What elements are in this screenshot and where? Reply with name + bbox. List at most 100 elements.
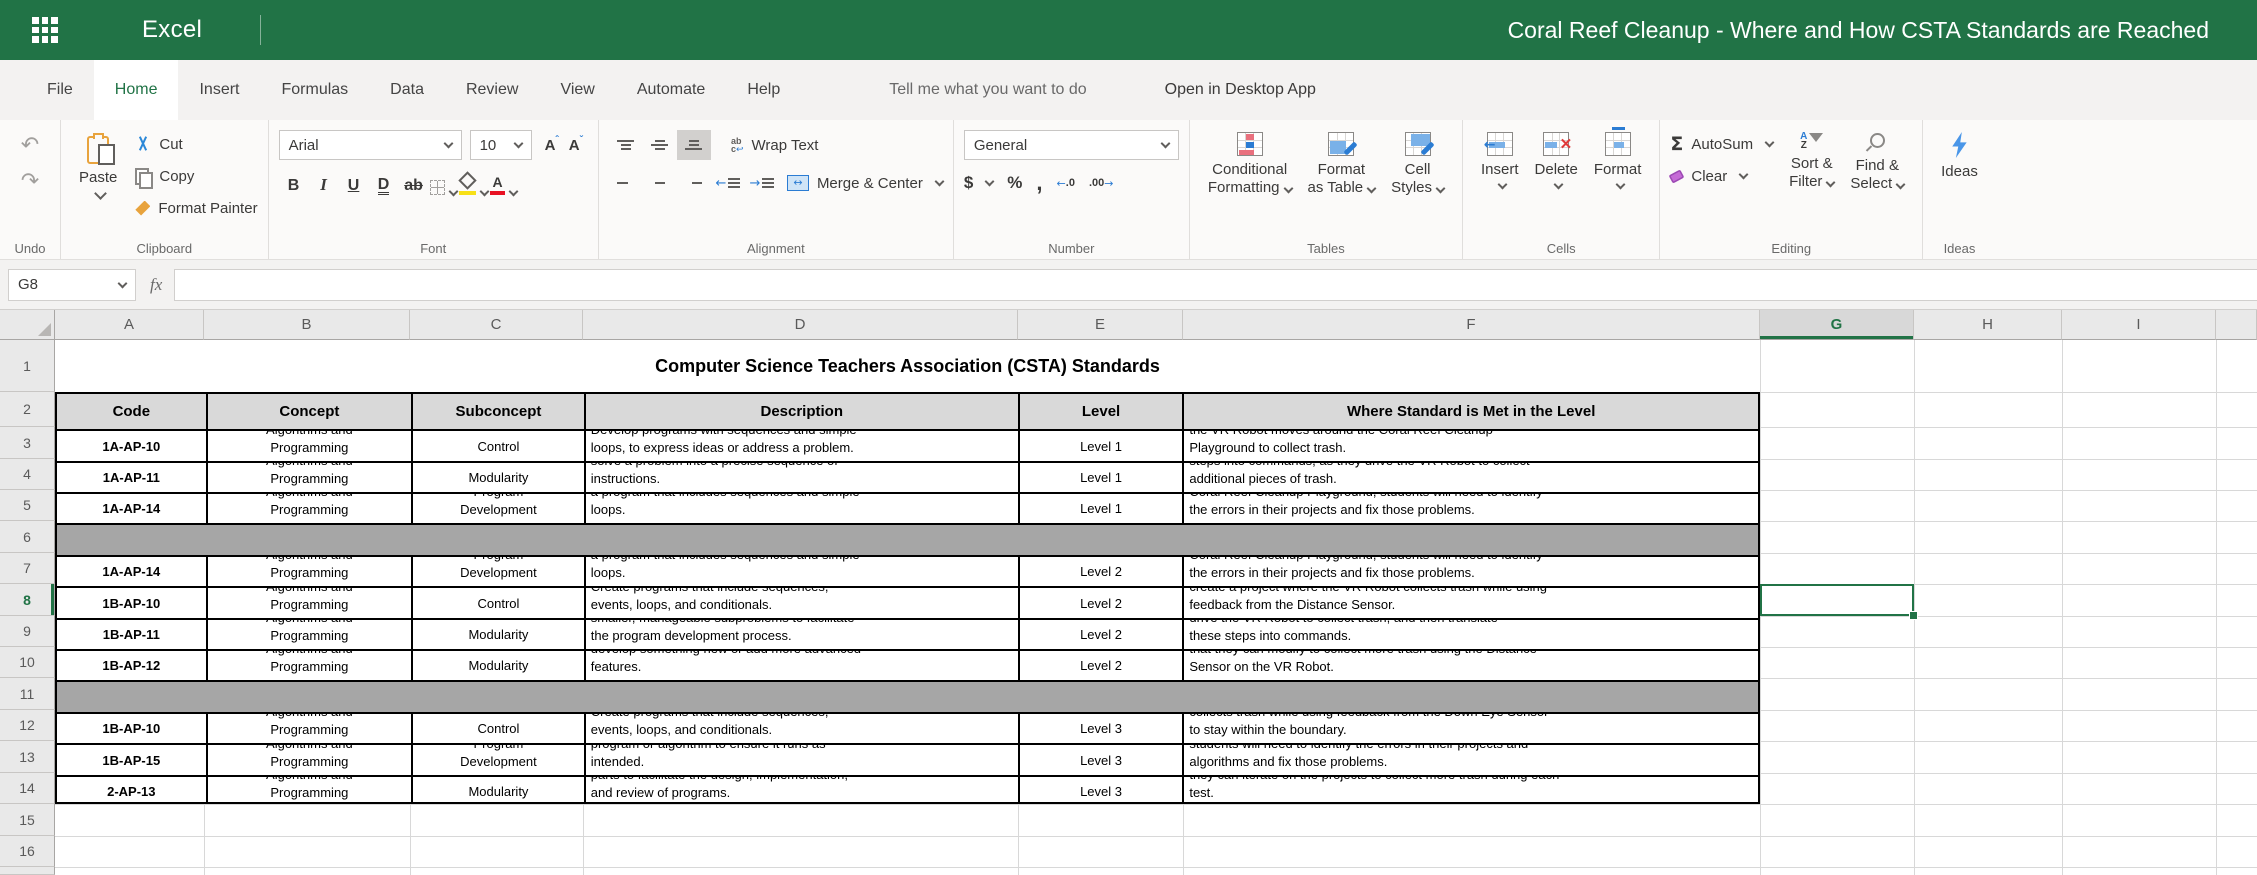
comma-format-button[interactable]: , — [1036, 170, 1042, 196]
clear-button[interactable]: Clear — [1670, 160, 1773, 192]
table-cell[interactable]: Coral Reef Cleanup Playground, students … — [1182, 557, 1758, 586]
cell-styles-button[interactable]: Cell Styles — [1383, 128, 1452, 201]
menu-tab-review[interactable]: Review — [445, 60, 539, 120]
column-header-e[interactable]: E — [1018, 310, 1183, 340]
increase-decimal-button[interactable]: ←.0 — [1057, 177, 1075, 190]
underline-button[interactable]: U — [339, 167, 369, 199]
table-cell[interactable]: Control — [411, 714, 584, 743]
copy-button[interactable]: Copy — [135, 160, 257, 192]
name-box[interactable]: G8 — [8, 269, 136, 301]
row-header-13[interactable]: 13 — [0, 741, 55, 773]
table-cell[interactable]: Modularity — [411, 651, 584, 680]
table-cell[interactable]: Algorithms andProgramming — [206, 431, 412, 461]
conditional-formatting-button[interactable]: Conditional Formatting — [1200, 128, 1300, 201]
menu-tab-file[interactable]: File — [26, 60, 94, 120]
menu-tab-help[interactable]: Help — [726, 60, 801, 120]
selection-fill-handle[interactable] — [1909, 611, 1918, 620]
table-cell[interactable]: Algorithms andProgramming — [206, 494, 412, 523]
row-header-2[interactable]: 2 — [0, 392, 55, 427]
column-header-c[interactable]: C — [410, 310, 583, 340]
strikethrough-button[interactable]: ab — [399, 167, 429, 199]
double-underline-button[interactable]: D — [369, 167, 399, 199]
table-cell[interactable]: develop something new or add more advanc… — [584, 651, 1018, 680]
table-cell[interactable]: ProgramDevelopment — [411, 745, 584, 775]
menu-tab-formulas[interactable]: Formulas — [260, 60, 369, 120]
table-cell[interactable]: create a project where the VR Robot coll… — [1182, 588, 1758, 618]
row-header-3[interactable]: 3 — [0, 427, 55, 459]
table-cell[interactable]: Coral Reef Cleanup Playground, students … — [1182, 494, 1758, 523]
find-select-button[interactable]: Find & Select — [1842, 128, 1912, 197]
table-cell[interactable]: drive the VR Robot to collect trash, and… — [1182, 620, 1758, 649]
app-launcher-waffle-icon[interactable] — [32, 17, 58, 43]
column-header-b[interactable]: B — [204, 310, 410, 340]
column-header-d[interactable]: D — [583, 310, 1018, 340]
table-cell[interactable]: Algorithms andProgramming — [206, 557, 412, 586]
undo-button[interactable]: ↶ — [10, 128, 50, 164]
font-color-button[interactable]: A — [489, 167, 519, 199]
table-cell[interactable]: the VR Robot moves around the Coral Reef… — [1182, 431, 1758, 461]
row-header-6[interactable]: 6 — [0, 521, 55, 553]
table-cell[interactable]: Algorithms andProgramming — [206, 777, 412, 804]
row-header-5[interactable]: 5 — [0, 490, 55, 521]
table-cell[interactable]: ProgramDevelopment — [411, 494, 584, 523]
font-size-combobox[interactable]: 10 — [470, 130, 532, 160]
align-left-button[interactable] — [609, 168, 643, 198]
table-cell[interactable]: 1B-AP-10 — [57, 714, 206, 743]
font-family-combobox[interactable]: Arial — [279, 130, 462, 160]
paste-button[interactable]: Paste — [71, 128, 125, 202]
table-cell[interactable]: 1B-AP-15 — [57, 745, 206, 775]
row-header-15[interactable]: 15 — [0, 804, 55, 836]
insert-cells-button[interactable]: ← Insert — [1473, 128, 1527, 192]
menu-tab-insert[interactable]: Insert — [178, 60, 260, 120]
table-header-cell[interactable]: Level — [1018, 394, 1183, 429]
column-header-a[interactable]: A — [55, 310, 204, 340]
cut-button[interactable]: Cut — [135, 128, 257, 160]
table-cell[interactable]: Create programs that include sequences,e… — [584, 714, 1018, 743]
table-cell[interactable]: Algorithms andProgramming — [206, 463, 412, 492]
redo-button[interactable]: ↷ — [10, 164, 50, 200]
select-all-corner[interactable] — [0, 310, 55, 340]
align-center-button[interactable] — [643, 168, 677, 198]
table-cell[interactable]: 1A-AP-11 — [57, 463, 206, 492]
table-cell[interactable]: program or algorithm to ensure it runs a… — [584, 745, 1018, 775]
decrease-font-size-button[interactable]: Aˇ — [564, 135, 588, 156]
table-header-cell[interactable]: Concept — [206, 394, 412, 429]
borders-button[interactable] — [429, 167, 459, 199]
table-cell[interactable]: Level 2 — [1018, 588, 1183, 618]
increase-indent-button[interactable]: → — [745, 168, 779, 198]
table-cell[interactable]: ProgramDevelopment — [411, 557, 584, 586]
table-header-cell[interactable]: Code — [57, 394, 206, 429]
spreadsheet-title-cell[interactable]: Computer Science Teachers Association (C… — [55, 340, 1760, 392]
menu-tab-view[interactable]: View — [539, 60, 615, 120]
table-cell[interactable]: Level 1 — [1018, 494, 1183, 523]
table-header-cell[interactable]: Where Standard is Met in the Level — [1182, 394, 1758, 429]
column-header-h[interactable]: H — [1914, 310, 2062, 340]
table-cell[interactable]: Level 2 — [1018, 557, 1183, 586]
fill-color-button[interactable] — [459, 167, 489, 199]
table-cell[interactable]: a program that includes sequences and si… — [584, 557, 1018, 586]
row-header-12[interactable]: 12 — [0, 710, 55, 741]
table-cell[interactable]: 1A-AP-14 — [57, 557, 206, 586]
tell-me-box[interactable]: Tell me what you want to do — [889, 81, 1086, 99]
table-header-cell[interactable]: Subconcept — [411, 394, 584, 429]
format-cells-button[interactable]: Format — [1586, 128, 1650, 192]
column-header-i[interactable]: I — [2062, 310, 2216, 340]
row-header-11[interactable]: 11 — [0, 678, 55, 710]
table-header-cell[interactable]: Description — [584, 394, 1018, 429]
table-cell[interactable]: that they can modify to collect more tra… — [1182, 651, 1758, 680]
table-cell[interactable]: 1B-AP-12 — [57, 651, 206, 680]
column-header-partial[interactable] — [2216, 310, 2257, 340]
row-header-4[interactable]: 4 — [0, 459, 55, 490]
italic-button[interactable]: I — [309, 167, 339, 199]
menu-tab-automate[interactable]: Automate — [616, 60, 726, 120]
table-cell[interactable]: Level 2 — [1018, 620, 1183, 649]
top-align-button[interactable] — [609, 130, 643, 160]
row-header-14[interactable]: 14 — [0, 773, 55, 804]
table-cell[interactable]: Algorithms andProgramming — [206, 745, 412, 775]
column-header-f[interactable]: F — [1183, 310, 1760, 340]
table-cell[interactable]: 1B-AP-11 — [57, 620, 206, 649]
table-cell[interactable]: Level 1 — [1018, 431, 1183, 461]
table-cell[interactable]: Level 2 — [1018, 651, 1183, 680]
column-header-g[interactable]: G — [1760, 310, 1914, 340]
table-cell[interactable]: Algorithms andProgramming — [206, 620, 412, 649]
